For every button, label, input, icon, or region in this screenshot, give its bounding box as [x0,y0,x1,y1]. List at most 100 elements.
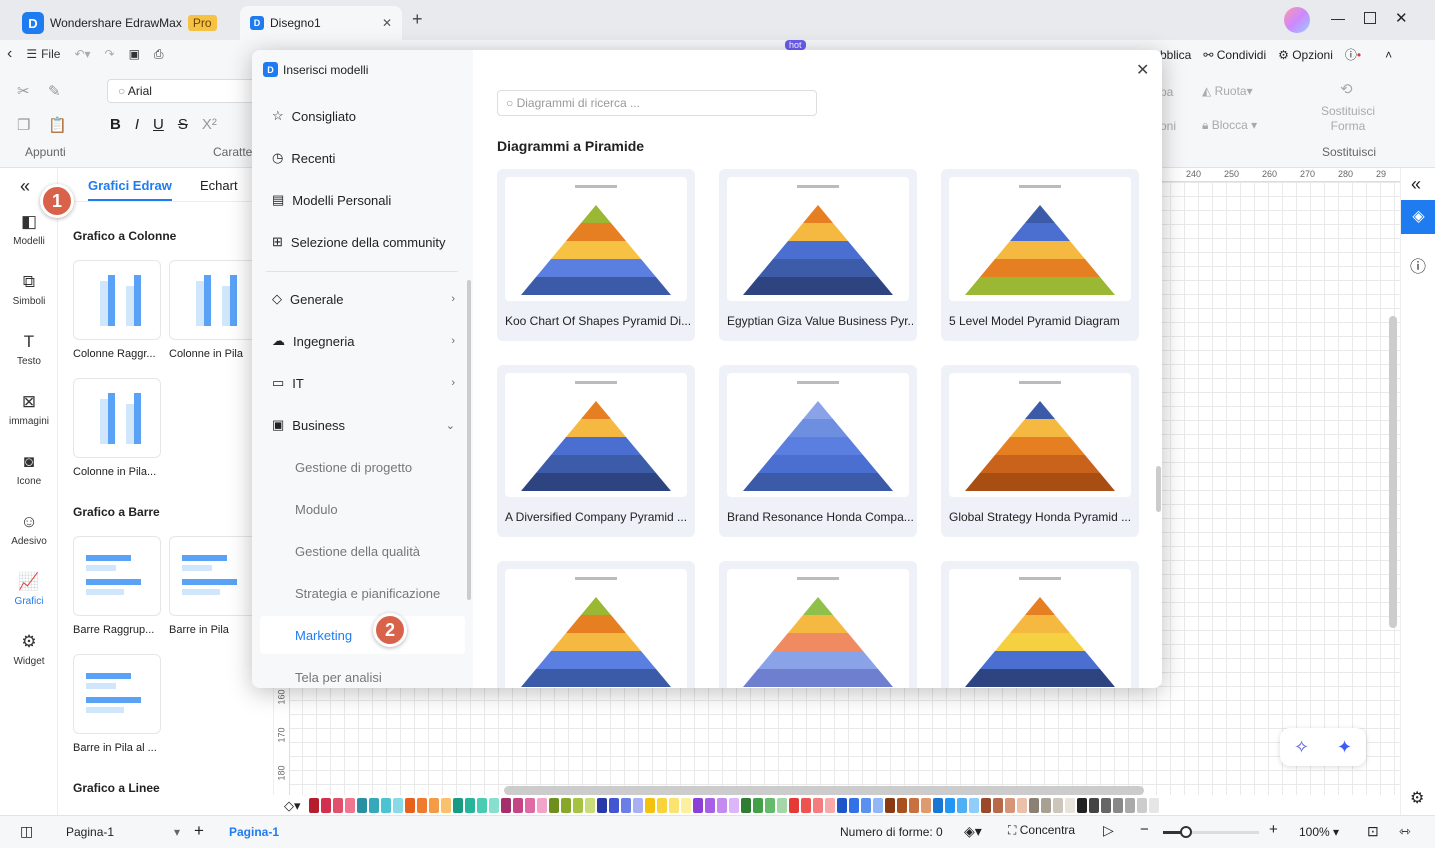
color-swatch[interactable] [477,798,487,813]
color-swatch[interactable] [369,798,379,813]
color-swatch[interactable] [765,798,775,813]
nav-generale[interactable]: ◇ Generale › [260,280,465,318]
color-swatch[interactable] [885,798,895,813]
nav-sub-item[interactable]: Gestione di progetto [260,448,465,486]
color-swatch[interactable] [873,798,883,813]
color-swatch[interactable] [753,798,763,813]
color-swatch[interactable] [441,798,451,813]
nav-consigliato[interactable]: ☆ Consigliato [260,97,465,135]
color-swatch[interactable] [393,798,403,813]
lock-button[interactable]: 🔒︎ Blocca ▾ [1202,118,1257,133]
sidebar-item-widget[interactable]: ⚙ Widget [0,632,58,667]
print-icon[interactable]: ⎙ [147,47,171,62]
undo-icon[interactable]: ↶▾ [67,47,97,61]
chart-template-card[interactable] [169,260,257,340]
avatar[interactable] [1284,7,1310,33]
color-swatch[interactable] [981,798,991,813]
template-card[interactable]: Koo Chart Of Shapes Pyramid Di... [497,169,695,341]
color-swatch[interactable] [417,798,427,813]
focus-button[interactable]: ⛶ Concentra [1008,823,1075,838]
color-swatch[interactable] [1125,798,1135,813]
superscript-icon[interactable]: X² [202,116,217,133]
color-swatch[interactable] [405,798,415,813]
settings-icon[interactable]: ⚙ [1410,788,1424,808]
format-painter-icon[interactable]: ✎ [48,82,61,100]
maximize-icon[interactable] [1364,12,1376,24]
chart-template-card[interactable] [73,378,161,458]
chart-template-card[interactable] [73,260,161,340]
close-window-icon[interactable]: ✕ [1395,9,1408,27]
nav-it[interactable]: ▭ IT › [260,364,465,402]
color-swatch[interactable] [1149,798,1159,813]
color-swatch[interactable] [993,798,1003,813]
play-icon[interactable]: ▷ [1103,822,1114,839]
color-swatch[interactable] [321,798,331,813]
nav-sub-item[interactable]: Gestione della qualità [260,532,465,570]
fill-bucket-icon[interactable]: ◇▾ [284,798,301,814]
color-swatch[interactable] [1161,798,1171,813]
sidebar-item-immagini[interactable]: ⊠ immagini [0,392,58,427]
color-swatch[interactable] [1029,798,1039,813]
color-swatch[interactable] [801,798,811,813]
color-swatch[interactable] [609,798,619,813]
app-tab[interactable]: D Wondershare EdrawMax Pro [12,6,227,40]
color-swatch[interactable] [969,798,979,813]
color-swatch[interactable] [921,798,931,813]
color-swatch[interactable] [681,798,691,813]
close-tab-icon[interactable]: ✕ [382,16,392,30]
color-swatch[interactable] [693,798,703,813]
nav-selezione-della-community[interactable]: ⊞ Selezione della community [260,223,465,261]
minimize-icon[interactable]: — [1331,10,1345,26]
nav-sub-item[interactable]: Strategia e pianificazione [260,574,465,612]
template-card[interactable]: Brand Resonance Honda Compa... [719,365,917,537]
template-card[interactable]: 5 Level Model Pyramid Diagram [941,169,1139,341]
color-swatch[interactable] [465,798,475,813]
share-button[interactable]: ⚯ Condividi [1203,48,1266,62]
template-search-input[interactable]: ○ Diagrammi di ricerca ... [497,90,817,116]
color-swatch[interactable] [825,798,835,813]
color-swatch[interactable] [309,798,319,813]
strikethrough-icon[interactable]: S [178,116,188,133]
color-swatch[interactable] [381,798,391,813]
rotate-button[interactable]: ◭ Ruota▾ [1202,84,1253,98]
color-swatch[interactable] [549,798,559,813]
file-menu[interactable]: ☰ File [19,47,67,61]
expand-panel-icon[interactable]: « [1411,174,1421,195]
color-swatch[interactable] [489,798,499,813]
bold-icon[interactable]: B [110,116,121,133]
template-card[interactable] [719,561,917,688]
close-dialog-icon[interactable]: ✕ [1136,60,1149,80]
color-swatch[interactable] [345,798,355,813]
font-family-input[interactable]: ○ Arial [107,79,257,103]
color-swatch[interactable] [1053,798,1063,813]
color-swatch[interactable] [525,798,535,813]
template-card[interactable]: Egyptian Giza Value Business Pyr... [719,169,917,341]
zoom-in-button[interactable]: + [1269,821,1278,838]
page-tab[interactable]: Pagina-1 [229,825,279,839]
underline-icon[interactable]: U [153,116,164,133]
color-swatch[interactable] [789,798,799,813]
ai-sparkle-icon[interactable]: ✦ [1337,737,1352,758]
color-swatch[interactable] [1137,798,1147,813]
color-swatch[interactable] [1089,798,1099,813]
nav-sub-item[interactable]: Marketing [260,616,465,654]
help-icon[interactable]: ⓘ• [1345,46,1361,63]
color-swatch[interactable] [657,798,667,813]
sidebar-item-simboli[interactable]: ⧉ Simboli [0,272,58,307]
color-swatch[interactable] [513,798,523,813]
color-swatch[interactable] [357,798,367,813]
color-swatch[interactable] [849,798,859,813]
template-card[interactable] [497,561,695,688]
tab-echart[interactable]: Echart [200,178,238,193]
color-swatch[interactable] [957,798,967,813]
add-page-button[interactable]: + [194,821,204,841]
color-swatch[interactable] [333,798,343,813]
color-swatch[interactable] [429,798,439,813]
template-card[interactable]: A Diversified Company Pyramid ... [497,365,695,537]
sidebar-item-grafici[interactable]: 📈 Grafici [0,572,58,607]
color-swatch[interactable] [813,798,823,813]
template-card[interactable]: Global Strategy Honda Pyramid ... [941,365,1139,537]
nav-scrollbar[interactable] [467,280,471,600]
replace-shape-button[interactable]: Sostituisci Forma [1318,104,1378,134]
help-circle-icon[interactable]: ⓘ [1410,253,1426,277]
